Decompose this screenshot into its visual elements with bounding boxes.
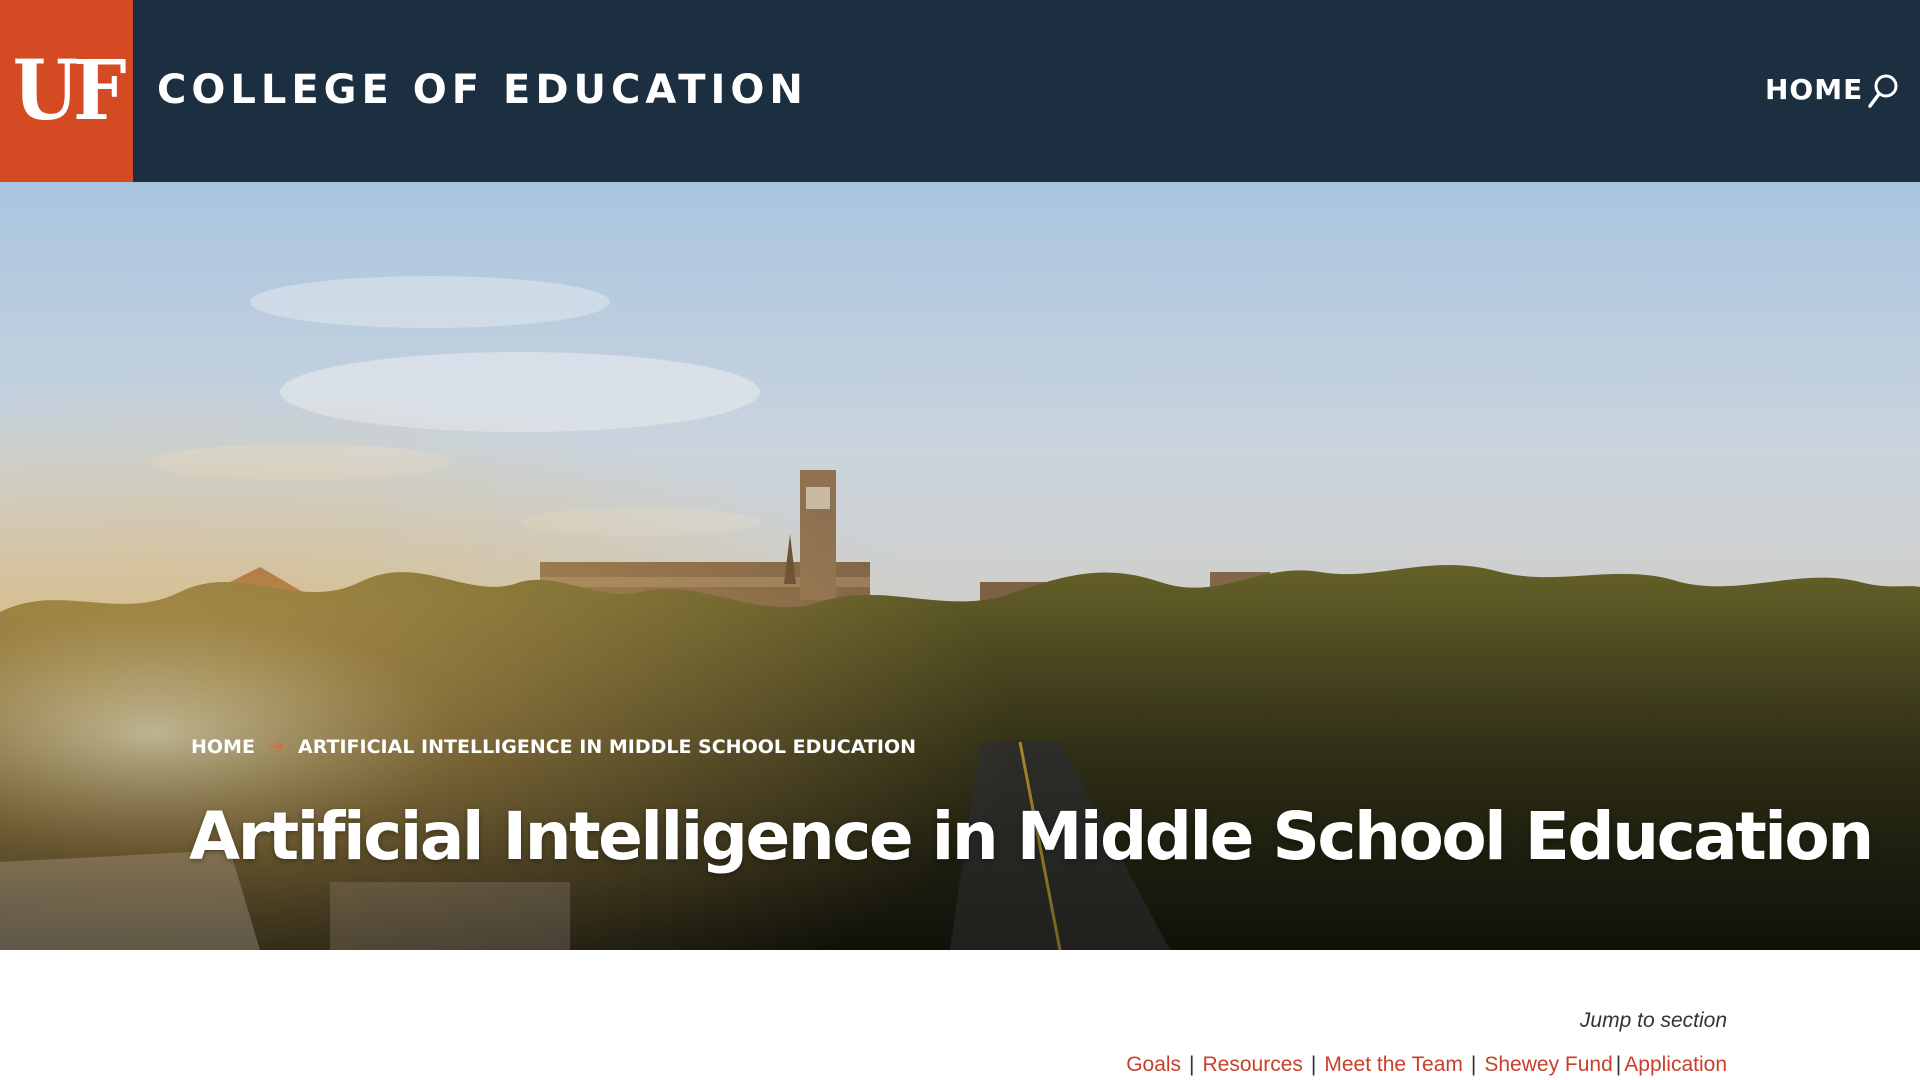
- link-separator: |: [1470, 1053, 1477, 1076]
- jump-link-resources[interactable]: Resources: [1203, 1053, 1303, 1076]
- site-title[interactable]: COLLEGE OF EDUCATION: [157, 62, 808, 118]
- jump-link-shewey-fund[interactable]: Shewey Fund: [1484, 1053, 1612, 1076]
- breadcrumb-current: ARTIFICIAL INTELLIGENCE IN MIDDLE SCHOOL…: [298, 736, 917, 758]
- link-separator: |: [1189, 1053, 1195, 1076]
- breadcrumb: HOME → ARTIFICIAL INTELLIGENCE IN MIDDLE…: [191, 732, 916, 762]
- jump-link-meet-the-team[interactable]: Meet the Team: [1324, 1053, 1463, 1076]
- nav-home-link[interactable]: HOME: [1765, 70, 1863, 110]
- arrow-right-icon: →: [268, 736, 285, 757]
- jump-link-goals[interactable]: Goals: [1126, 1053, 1181, 1076]
- breadcrumb-home-link[interactable]: HOME: [191, 732, 255, 762]
- page-title: Artificial Intelligence in Middle School…: [189, 798, 1874, 875]
- link-separator: |: [1615, 1053, 1622, 1076]
- site-header: UF COLLEGE OF EDUCATION HOME: [0, 0, 1920, 182]
- jump-link-application[interactable]: Application: [1624, 1053, 1727, 1076]
- link-separator: |: [1310, 1053, 1317, 1076]
- uf-logo: UF: [12, 43, 126, 139]
- uf-logo-link[interactable]: UF: [0, 0, 133, 182]
- search-icon[interactable]: [1866, 72, 1900, 110]
- hero-banner: HOME → ARTIFICIAL INTELLIGENCE IN MIDDLE…: [0, 182, 1920, 950]
- jump-to-section-label: Jump to section: [1579, 1009, 1727, 1032]
- jump-to-section-nav: Goals | Resources | Meet the Team | Shewey Fun…: [1126, 1050, 1727, 1080]
